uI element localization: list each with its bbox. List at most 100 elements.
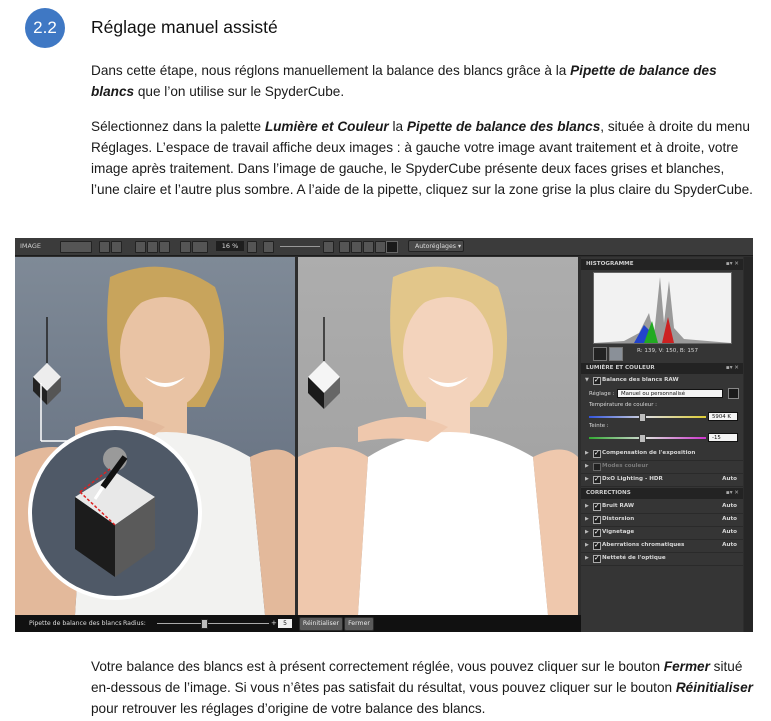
text-run: que l’on utilise sur le SpyderCube. bbox=[134, 84, 345, 99]
reglage-select[interactable]: Manuel ou personnalisé bbox=[617, 389, 723, 398]
compare-view-button[interactable] bbox=[60, 241, 92, 253]
corrections-title: CORRECTIONS bbox=[586, 490, 631, 496]
radius-field[interactable]: 5 bbox=[278, 619, 292, 628]
dxo-hdr-row[interactable]: ▶ DxO Lighting - HDR Auto bbox=[581, 473, 743, 487]
corrections-item[interactable]: ▶ Distorsion Auto bbox=[581, 513, 743, 527]
reglage-value: Manuel ou personnalisé bbox=[621, 391, 686, 397]
tool-options-bar: Pipette de balance des blancs Radius: + … bbox=[15, 615, 581, 632]
info-button[interactable] bbox=[99, 241, 110, 253]
color-preview-icon[interactable] bbox=[609, 347, 623, 361]
collapse-arrow-icon[interactable]: ▼ bbox=[585, 374, 589, 387]
expand-arrow-icon[interactable]: ▶ bbox=[585, 460, 589, 473]
correction-value: Auto bbox=[722, 516, 737, 522]
corrections-item[interactable]: ▶ Vignetage Auto bbox=[581, 526, 743, 540]
teinte-field[interactable]: -15 bbox=[708, 433, 738, 442]
text-run: pour retrouver les réglages d’origine de… bbox=[91, 701, 486, 716]
temperature-thumb[interactable] bbox=[639, 413, 646, 422]
corrections-header[interactable]: CORRECTIONS ▪▾ ✕ bbox=[581, 488, 743, 499]
correction-checkbox[interactable] bbox=[593, 539, 601, 552]
expand-arrow-icon[interactable]: ▶ bbox=[585, 473, 589, 486]
image-after[interactable] bbox=[298, 257, 578, 615]
fit-icon[interactable] bbox=[180, 241, 191, 253]
expand-arrow-icon[interactable]: ▶ bbox=[585, 526, 589, 539]
panel-controls-icon[interactable]: ▪▾ ✕ bbox=[726, 488, 739, 499]
dxo-hdr-checkbox[interactable] bbox=[593, 473, 601, 486]
zoom-dropdown-icon[interactable] bbox=[247, 241, 257, 253]
pipette-sample-icon[interactable] bbox=[593, 347, 607, 361]
brightness-max-icon[interactable] bbox=[323, 241, 334, 253]
exposure-checkbox[interactable] bbox=[593, 447, 601, 460]
radius-slider[interactable] bbox=[157, 623, 269, 624]
actual-size-icon[interactable] bbox=[192, 241, 208, 253]
radius-label: Radius: bbox=[123, 620, 146, 627]
emphasis-palette: Lumière et Couleur bbox=[264, 119, 389, 134]
image-before[interactable] bbox=[15, 257, 295, 615]
histogram-curve bbox=[594, 277, 731, 343]
corrections-item[interactable]: ▶ Aberrations chromatiques Auto bbox=[581, 539, 743, 553]
reglage-label: Réglage : bbox=[589, 391, 615, 397]
portrait-before-illustration bbox=[15, 266, 295, 615]
emphasis-pipette: Pipette de balance des blancs bbox=[406, 119, 601, 134]
zoom-tool-icon[interactable] bbox=[159, 241, 170, 253]
teinte-thumb[interactable] bbox=[639, 434, 646, 443]
color-modes-row[interactable]: ▶ Modes couleur bbox=[581, 460, 743, 474]
radius-thumb[interactable] bbox=[201, 619, 208, 629]
expand-arrow-icon[interactable]: ▶ bbox=[585, 500, 589, 513]
correction-checkbox[interactable] bbox=[593, 513, 601, 526]
zoom-level[interactable]: 16 % bbox=[216, 241, 244, 251]
section-title: Réglage manuel assisté bbox=[91, 17, 278, 37]
lumiere-couleur-header[interactable]: LUMIÈRE ET COULEUR ▪▾ ✕ bbox=[581, 363, 743, 374]
expand-arrow-icon[interactable]: ▶ bbox=[585, 539, 589, 552]
radius-plus-icon[interactable]: + bbox=[271, 619, 277, 627]
rgb-readout: R: 139, V: 150, B: 157 bbox=[637, 348, 699, 354]
color-modes-checkbox[interactable] bbox=[593, 463, 601, 471]
paragraph-intro: Dans cette étape, nous réglons manuellem… bbox=[91, 60, 756, 102]
text-run: Sélectionnez dans la palette bbox=[91, 119, 265, 134]
correction-checkbox[interactable] bbox=[593, 552, 601, 565]
corrections-item[interactable]: ▶ Bruit RAW Auto bbox=[581, 500, 743, 514]
brightness-slider[interactable] bbox=[280, 246, 320, 247]
crop-icon[interactable] bbox=[339, 241, 350, 253]
expand-arrow-icon[interactable]: ▶ bbox=[585, 447, 589, 460]
teinte-slider[interactable] bbox=[589, 434, 706, 443]
expand-arrow-icon[interactable]: ▶ bbox=[585, 513, 589, 526]
autoreglages-dropdown[interactable]: Autoréglages ▾ bbox=[408, 240, 464, 252]
correction-label: Distorsion bbox=[602, 516, 635, 522]
select-tool-icon[interactable] bbox=[135, 241, 146, 253]
correction-label: Vignetage bbox=[602, 529, 635, 535]
temperature-slider[interactable] bbox=[589, 413, 706, 422]
histogram-graph bbox=[593, 272, 732, 344]
histogram-title: HISTOGRAMME bbox=[586, 261, 634, 267]
retouch-icon[interactable] bbox=[375, 241, 386, 253]
perspective-icon[interactable] bbox=[363, 241, 374, 253]
correction-checkbox[interactable] bbox=[593, 526, 601, 539]
dxo-hdr-label: DxO Lighting - HDR bbox=[602, 476, 663, 482]
color-modes-label: Modes couleur bbox=[602, 463, 649, 469]
teinte-value: -15 bbox=[712, 435, 721, 441]
panel-controls-icon[interactable]: ▪▾ ✕ bbox=[726, 363, 739, 374]
histogram-header[interactable]: HISTOGRAMME ▪▾ ✕ bbox=[581, 259, 743, 270]
wb-pipette-button[interactable] bbox=[728, 388, 739, 399]
brightness-icon[interactable] bbox=[263, 241, 274, 253]
correction-value: Auto bbox=[722, 503, 737, 509]
grid-button[interactable] bbox=[111, 241, 122, 253]
tool-name-label: Pipette de balance des blancs bbox=[29, 620, 122, 627]
expand-arrow-icon[interactable]: ▶ bbox=[585, 552, 589, 565]
temperature-field[interactable]: 5904 K bbox=[708, 412, 738, 421]
palette-scrollbar[interactable] bbox=[744, 257, 753, 632]
pipette-active-icon[interactable] bbox=[386, 241, 398, 253]
exposure-row[interactable]: ▶ Compensation de l'exposition bbox=[581, 447, 743, 461]
text-run: Dans cette étape, nous réglons manuellem… bbox=[91, 63, 571, 78]
straighten-icon[interactable] bbox=[351, 241, 362, 253]
lumiere-title: LUMIÈRE ET COULEUR bbox=[586, 365, 655, 371]
wb-raw-checkbox[interactable] bbox=[593, 374, 601, 387]
exposure-label: Compensation de l'exposition bbox=[602, 450, 696, 456]
corrections-item[interactable]: ▶ Netteté de l'optique bbox=[581, 552, 743, 566]
fermer-button[interactable]: Fermer bbox=[344, 617, 374, 631]
wb-raw-row[interactable]: ▼ Balance des blancs RAW bbox=[581, 374, 743, 387]
hand-tool-icon[interactable] bbox=[147, 241, 158, 253]
panel-controls-icon[interactable]: ▪▾ ✕ bbox=[726, 259, 739, 270]
correction-checkbox[interactable] bbox=[593, 500, 601, 513]
image-toolbar: IMAGE 16 % Autoréglages ▾ bbox=[15, 238, 753, 256]
reinitialiser-button[interactable]: Réinitialiser bbox=[299, 617, 343, 631]
